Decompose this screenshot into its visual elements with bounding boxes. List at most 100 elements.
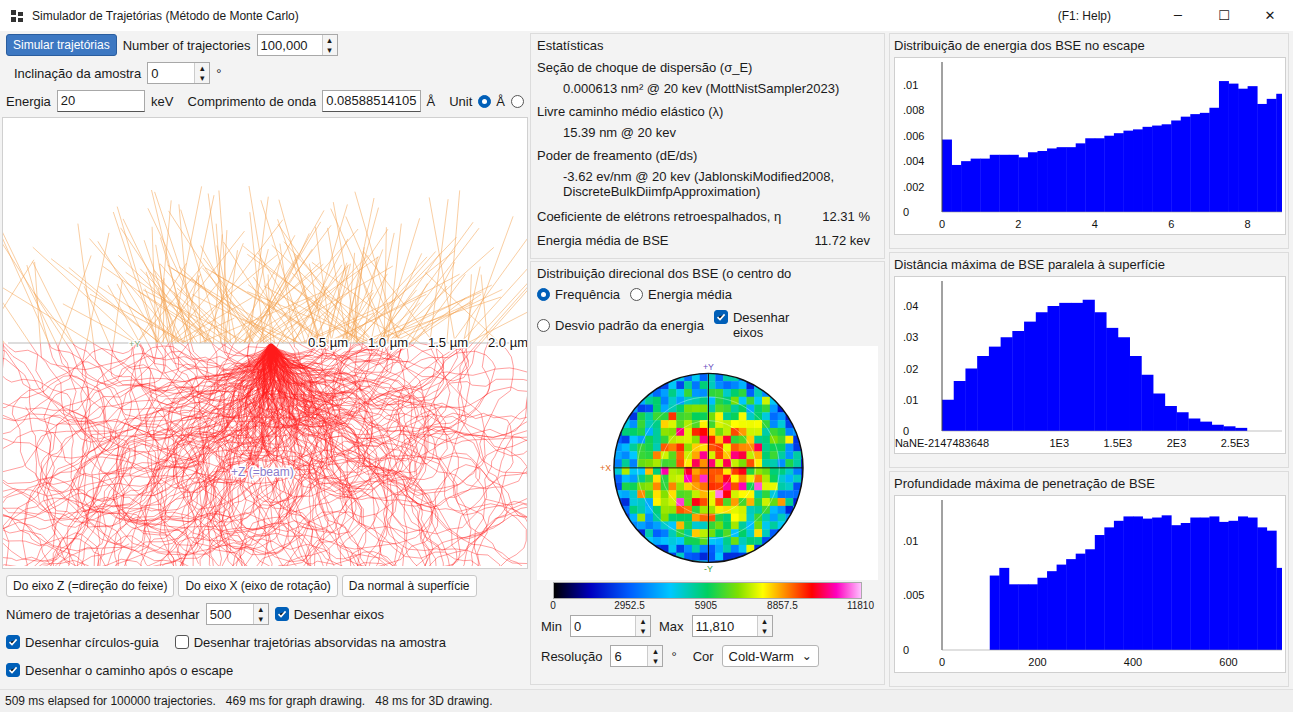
radio-button[interactable] xyxy=(537,319,550,332)
escaped-trajectory xyxy=(391,228,479,343)
heatmap-cell xyxy=(746,514,754,522)
spinner-value[interactable]: 0 xyxy=(571,616,635,636)
heatmap-cell xyxy=(754,444,762,452)
escaped-trajectory xyxy=(175,297,253,343)
heatmap-cell xyxy=(746,436,754,444)
max-spinner[interactable]: 11,810▴▾ xyxy=(692,615,773,637)
spin-down-button[interactable]: ▾ xyxy=(758,626,772,636)
heatmap-cell xyxy=(754,397,762,405)
mode-radio[interactable]: Frequência xyxy=(537,287,620,302)
tilt-spinner[interactable]: 0▴▾ xyxy=(147,62,210,84)
heatmap-cell xyxy=(606,482,614,490)
heatmap-cell xyxy=(723,537,731,545)
group-title: Estatísticas xyxy=(537,36,878,57)
escaped-trajectory xyxy=(3,215,56,343)
spinner-value[interactable]: 0 xyxy=(148,63,194,83)
bar xyxy=(1276,568,1282,650)
view-button[interactable]: Do eixo Z (=direção do feixe) xyxy=(6,575,174,597)
heatmap-cell xyxy=(637,412,645,420)
spin-down-button[interactable]: ▾ xyxy=(323,45,337,55)
heatmap-cell xyxy=(785,521,793,529)
simulate-button[interactable]: Simular trajetórias xyxy=(6,34,117,56)
heatmap-cell xyxy=(778,428,786,436)
bar xyxy=(1038,151,1048,212)
heatmap-cell xyxy=(630,444,638,452)
escaped-trajectory xyxy=(481,255,528,343)
bar xyxy=(1095,535,1105,650)
checkbox[interactable] xyxy=(6,635,20,649)
draw-count-spinner[interactable]: 500▴▾ xyxy=(206,603,269,625)
spin-down-button[interactable]: ▾ xyxy=(195,73,209,83)
bar xyxy=(1219,522,1229,650)
heatmap-cell xyxy=(630,428,638,436)
resolution-spinner[interactable]: 6▴▾ xyxy=(610,645,663,667)
heatmap-cell xyxy=(653,428,661,436)
heatmap-cell xyxy=(770,412,778,420)
bar xyxy=(1024,322,1036,431)
bar xyxy=(1028,152,1038,212)
trajectories-spinner[interactable]: 100,000▴▾ xyxy=(257,34,338,56)
heatmap-cell xyxy=(676,444,684,452)
trajectory-view[interactable]: +Y0.5 µm1.0 µm1.5 µm2.0 µm+Z (=beam) xyxy=(2,117,528,569)
escaped-trajectory xyxy=(478,274,528,343)
spinner-value[interactable]: 100,000 xyxy=(258,35,322,55)
trajectory xyxy=(212,343,271,356)
heatmap-cell xyxy=(653,537,661,545)
checkbox[interactable] xyxy=(6,663,20,677)
checkbox[interactable] xyxy=(275,607,289,621)
colormap-select[interactable]: Cold-Warm⌄ xyxy=(722,645,819,667)
radio-button[interactable] xyxy=(537,288,550,301)
checkbox[interactable] xyxy=(714,310,728,324)
bar xyxy=(1036,312,1048,431)
check-icon xyxy=(276,608,288,620)
unit-radio[interactable]: Å xyxy=(478,94,505,109)
mode-radio[interactable]: Desvio padrão da energia xyxy=(537,310,704,340)
y-tick-label: .01 xyxy=(903,79,918,91)
draw-option[interactable]: Desenhar eixos xyxy=(275,607,384,622)
radio-button[interactable] xyxy=(478,95,491,108)
window-control-button[interactable]: ☐ xyxy=(1201,0,1247,31)
spin-up-button[interactable]: ▴ xyxy=(636,616,650,626)
draw-option[interactable]: Desenhar o caminho após o escape xyxy=(6,663,233,678)
spin-up-button[interactable]: ▴ xyxy=(323,35,337,45)
escaped-trajectory xyxy=(278,219,322,343)
mode-radio[interactable]: Energia média xyxy=(630,287,732,302)
bar xyxy=(1057,147,1067,212)
window-control-button[interactable]: ✕ xyxy=(1247,0,1293,31)
spin-up-button[interactable]: ▴ xyxy=(758,616,772,626)
window-control-button[interactable]: ─ xyxy=(1155,0,1201,31)
radio-button[interactable] xyxy=(511,95,524,108)
bar xyxy=(999,155,1009,212)
radio-button[interactable] xyxy=(630,288,643,301)
heatmap-cell xyxy=(739,514,747,522)
spinner-value[interactable]: 500 xyxy=(207,604,253,624)
view-button[interactable]: Da normal à superfície xyxy=(342,575,477,597)
checkbox[interactable] xyxy=(175,635,189,649)
spin-down-button[interactable]: ▾ xyxy=(636,626,650,636)
spinner-value[interactable]: 6 xyxy=(611,646,647,666)
unit-radio[interactable] xyxy=(511,95,524,108)
heatmap-cell xyxy=(715,366,723,374)
draw-axes-option[interactable]: Desenhar eixos xyxy=(714,310,795,340)
draw-option[interactable]: Desenhar trajetórias absorvidas na amost… xyxy=(175,635,446,650)
y-tick-label: .03 xyxy=(903,331,918,343)
spin-down-button[interactable]: ▾ xyxy=(648,656,662,666)
heatmap-cell xyxy=(700,381,708,389)
min-spinner[interactable]: 0▴▾ xyxy=(570,615,651,637)
escaped-trajectory xyxy=(263,266,393,343)
stereographic-plot: +Y+X-Y xyxy=(537,346,878,580)
spin-up-button[interactable]: ▴ xyxy=(195,63,209,73)
spin-up-button[interactable]: ▴ xyxy=(254,604,268,614)
heatmap-cell xyxy=(622,451,630,459)
wavelength-input[interactable]: 0.08588514105 xyxy=(322,90,420,112)
trajectory xyxy=(259,343,460,428)
heatmap-cell xyxy=(692,514,700,522)
spin-down-button[interactable]: ▾ xyxy=(254,614,268,624)
view-button[interactable]: Do eixo X (eixo de rotação) xyxy=(178,575,337,597)
heatmap-cell xyxy=(723,545,731,553)
spinner-value[interactable]: 11,810 xyxy=(693,616,757,636)
energy-input[interactable]: 20 xyxy=(57,90,145,112)
spin-up-button[interactable]: ▴ xyxy=(648,646,662,656)
draw-option[interactable]: Desenhar círculos-guia xyxy=(6,635,159,650)
escaped-trajectory xyxy=(201,246,254,343)
